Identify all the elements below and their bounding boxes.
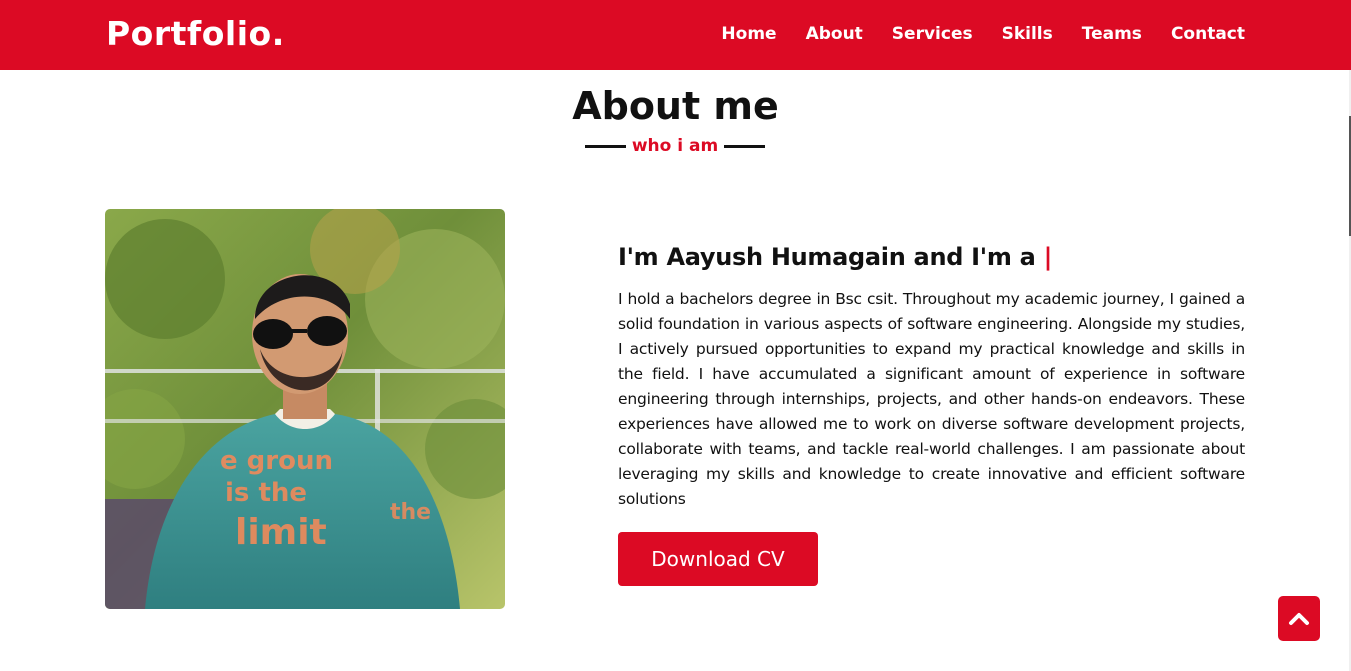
nav-menu: Home About Services Skills Teams Contact (692, 22, 1245, 46)
subtitle-line-right (724, 144, 765, 148)
profile-photo: e groun is the limit the (105, 209, 505, 609)
logo[interactable]: Portfolio. (106, 14, 285, 54)
nav-link-about[interactable]: About (806, 24, 863, 44)
nav-item-contact: Contact (1171, 22, 1245, 46)
section-title: About me (572, 84, 779, 128)
nav-link-skills[interactable]: Skills (1002, 24, 1053, 44)
nav-item-services: Services (892, 22, 973, 46)
nav-item-about: About (806, 22, 863, 46)
subtitle-text: who i am (631, 136, 719, 156)
download-cv-button[interactable]: Download CV (618, 532, 818, 586)
subtitle-line-left (585, 144, 626, 148)
svg-text:is the: is the (225, 478, 307, 508)
nav-link-contact[interactable]: Contact (1171, 24, 1245, 44)
navbar: Portfolio. Home About Services Skills Te… (0, 0, 1351, 70)
section-subtitle: who i am (585, 133, 765, 159)
about-description: I hold a bachelors degree in Bsc csit. T… (618, 290, 1245, 508)
svg-text:e groun: e groun (220, 446, 333, 476)
scroll-to-top-button[interactable] (1278, 596, 1320, 641)
chevron-up-icon (1289, 612, 1309, 625)
typing-cursor: | (1043, 243, 1053, 271)
about-heading-text: I'm Aayush Humagain and I'm a (618, 243, 1044, 271)
svg-text:the: the (390, 500, 431, 525)
nav-link-home[interactable]: Home (721, 24, 776, 44)
nav-link-services[interactable]: Services (892, 24, 973, 44)
nav-link-teams[interactable]: Teams (1082, 24, 1142, 44)
about-heading: I'm Aayush Humagain and I'm a | (618, 240, 1052, 274)
nav-item-teams: Teams (1082, 22, 1142, 46)
nav-item-home: Home (721, 22, 776, 46)
nav-item-skills: Skills (1002, 22, 1053, 46)
svg-text:limit: limit (235, 512, 327, 553)
